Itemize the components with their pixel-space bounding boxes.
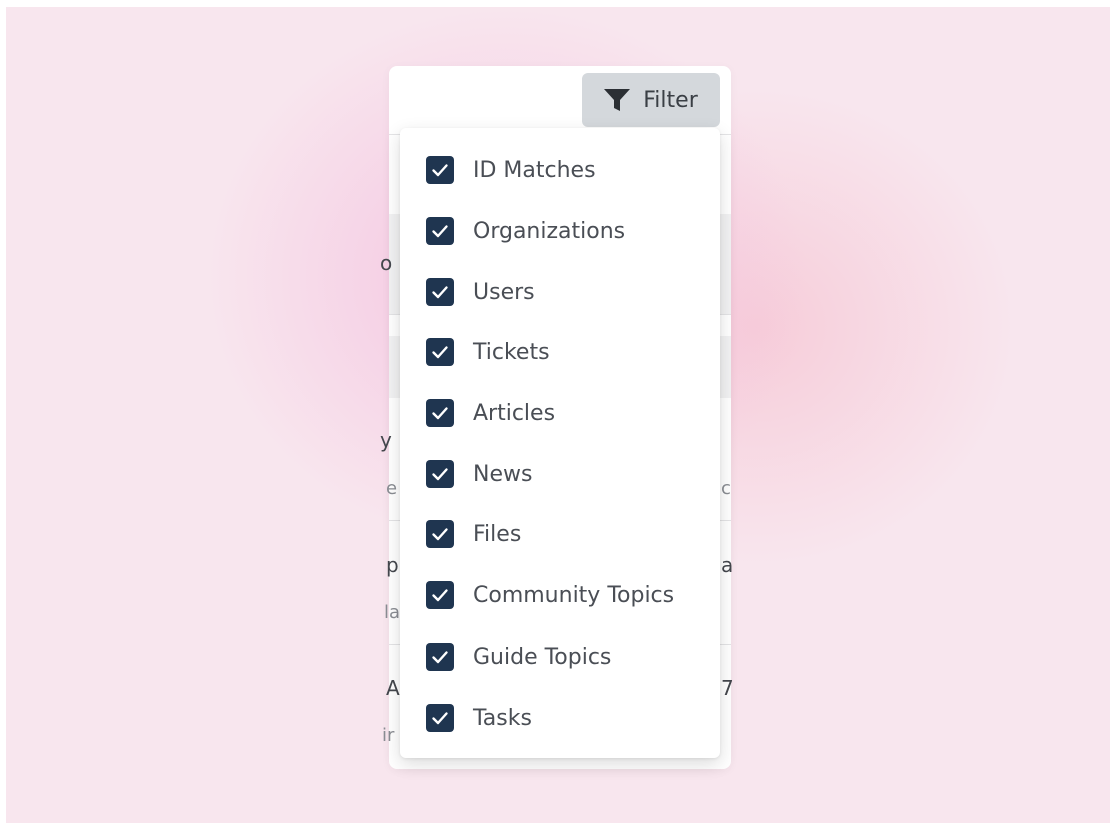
checkbox-checked[interactable]	[426, 399, 454, 427]
filter-option-label: Files	[473, 521, 522, 547]
filter-option-id-matches[interactable]: ID Matches	[426, 150, 596, 190]
filter-option-news[interactable]: News	[426, 454, 532, 494]
checkbox-checked[interactable]	[426, 460, 454, 488]
filter-option-organizations[interactable]: Organizations	[426, 211, 625, 251]
filter-option-label: News	[473, 461, 533, 487]
checkmark-icon	[432, 286, 448, 299]
filter-option-users[interactable]: Users	[426, 272, 535, 312]
filter-button-label: Filter	[643, 87, 698, 113]
filter-icon	[604, 89, 631, 111]
background-text-fragment: c	[721, 478, 731, 499]
checkmark-icon	[432, 407, 448, 420]
background-text-fragment: y	[380, 428, 392, 452]
background-text-fragment: e	[386, 478, 398, 499]
checkbox-checked[interactable]	[426, 581, 454, 609]
checkbox-checked[interactable]	[426, 704, 454, 732]
checkbox-checked[interactable]	[426, 338, 454, 366]
filter-option-label: Tickets	[473, 339, 550, 365]
filter-option-community-topics[interactable]: Community Topics	[426, 575, 674, 615]
background-text-fragment: A	[386, 676, 400, 700]
checkmark-icon	[432, 528, 448, 541]
filter-option-tickets[interactable]: Tickets	[426, 332, 550, 372]
checkmark-icon	[432, 225, 448, 238]
filter-option-label: Articles	[473, 400, 556, 426]
filter-option-files[interactable]: Files	[426, 514, 521, 554]
background-text-fragment: 7	[721, 676, 734, 700]
filter-button[interactable]: Filter	[582, 73, 720, 127]
checkmark-icon	[432, 651, 448, 664]
checkbox-checked[interactable]	[426, 278, 454, 306]
checkbox-checked[interactable]	[426, 643, 454, 671]
background-text-fragment: p	[386, 553, 399, 577]
checkmark-icon	[432, 589, 448, 602]
filter-option-label: ID Matches	[473, 157, 596, 183]
background-text-fragment: o	[380, 251, 393, 275]
filter-option-guide-topics[interactable]: Guide Topics	[426, 637, 611, 677]
background-text-fragment: la	[384, 602, 401, 623]
filter-dropdown-menu: ID Matches Organizations Users Tickets A…	[400, 128, 720, 758]
filter-option-label: Organizations	[473, 218, 626, 244]
checkmark-icon	[432, 712, 448, 725]
checkbox-checked[interactable]	[426, 520, 454, 548]
filter-option-label: Guide Topics	[473, 644, 612, 670]
filter-option-label: Tasks	[473, 705, 532, 731]
filter-option-articles[interactable]: Articles	[426, 393, 555, 433]
checkmark-icon	[432, 346, 448, 359]
filter-option-label: Community Topics	[473, 582, 675, 608]
background-text-fragment: a	[721, 553, 734, 577]
filter-option-tasks[interactable]: Tasks	[426, 698, 532, 738]
checkbox-checked[interactable]	[426, 217, 454, 245]
filter-option-label: Users	[473, 279, 535, 305]
checkmark-icon	[432, 468, 448, 481]
checkbox-checked[interactable]	[426, 156, 454, 184]
checkmark-icon	[432, 164, 448, 177]
background-text-fragment: ir	[382, 725, 395, 746]
